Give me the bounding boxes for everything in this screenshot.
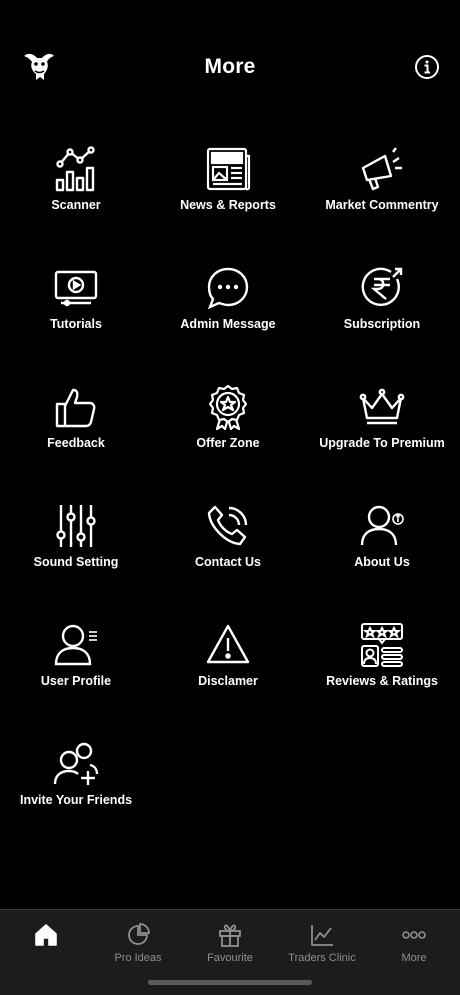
ratings-icon: [359, 622, 405, 668]
tab-home[interactable]: [0, 910, 92, 995]
warning-icon: [205, 622, 251, 668]
info-icon[interactable]: [414, 54, 440, 80]
home-icon: [33, 922, 59, 948]
menu-item-admin-message[interactable]: Admin Message: [152, 259, 304, 378]
menu-item-about-us[interactable]: About Us: [304, 497, 460, 616]
menu-item-label: Admin Message: [180, 317, 276, 331]
phone-icon: [205, 503, 251, 549]
menu-item-scanner[interactable]: Scanner: [0, 140, 152, 259]
menu-item-label: Feedback: [47, 436, 105, 450]
menu-item-label: News & Reports: [180, 198, 276, 212]
add-users-icon: [53, 741, 99, 787]
video-monitor-icon: [53, 265, 99, 311]
crown-icon: [359, 384, 405, 430]
tab-more[interactable]: More: [368, 910, 460, 995]
menu-item-label: Reviews & Ratings: [326, 674, 438, 688]
menu-item-label: Subscription: [343, 317, 421, 331]
menu-item-label: User Profile: [40, 674, 112, 688]
gift-icon: [217, 922, 243, 948]
home-indicator: [148, 980, 312, 985]
menu-item-upgrade-premium[interactable]: Upgrade To Premium: [304, 378, 460, 497]
bar-chart-icon: [53, 146, 99, 192]
menu-item-label: Contact Us: [195, 555, 261, 569]
page-title: More: [204, 55, 256, 78]
tab-label: More: [401, 952, 427, 964]
header: More: [0, 0, 460, 120]
line-chart-icon: [309, 922, 335, 948]
newspaper-icon: [205, 146, 251, 192]
menu-item-feedback[interactable]: Feedback: [0, 378, 152, 497]
tab-label: Favourite: [207, 952, 253, 964]
menu-item-user-profile[interactable]: User Profile: [0, 616, 152, 735]
menu-item-market-commentry[interactable]: Market Commentry: [304, 140, 460, 259]
user-profile-icon: [53, 622, 99, 668]
badge-star-icon: [205, 384, 251, 430]
menu-item-sound-setting[interactable]: Sound Setting: [0, 497, 152, 616]
menu-item-label: Disclamer: [198, 674, 258, 688]
more-dots-icon: [401, 922, 427, 948]
menu-item-invite-friends[interactable]: Invite Your Friends: [0, 735, 152, 854]
menu-item-label: Upgrade To Premium: [319, 436, 445, 450]
chat-bubble-icon: [205, 265, 251, 311]
menu-item-offer-zone[interactable]: Offer Zone: [152, 378, 304, 497]
menu-item-label: Offer Zone: [196, 436, 260, 450]
pie-chart-icon: [125, 922, 151, 948]
menu-item-label: Sound Setting: [33, 555, 119, 569]
menu-item-reviews-ratings[interactable]: Reviews & Ratings: [304, 616, 460, 735]
menu-item-label: About Us: [354, 555, 410, 569]
sliders-icon: [53, 503, 99, 549]
menu-item-tutorials[interactable]: Tutorials: [0, 259, 152, 378]
thumbs-up-icon: [53, 384, 99, 430]
tab-label: Pro Ideas: [114, 952, 162, 964]
menu-item-label: Scanner: [51, 198, 101, 212]
rupee-icon: [359, 265, 405, 311]
menu-item-contact-us[interactable]: Contact Us: [152, 497, 304, 616]
menu-item-subscription[interactable]: Subscription: [304, 259, 460, 378]
menu-item-label: Tutorials: [50, 317, 102, 331]
menu-item-disclamer[interactable]: Disclamer: [152, 616, 304, 735]
megaphone-icon: [359, 146, 405, 192]
user-info-icon: [359, 503, 405, 549]
menu-item-label: Invite Your Friends: [19, 793, 133, 807]
tab-label: Traders Clinic: [288, 952, 356, 964]
menu-item-news-reports[interactable]: News & Reports: [152, 140, 304, 259]
menu-item-label: Market Commentry: [325, 198, 439, 212]
more-menu-grid: Scanner News & Reports Market Commentry …: [0, 140, 460, 854]
